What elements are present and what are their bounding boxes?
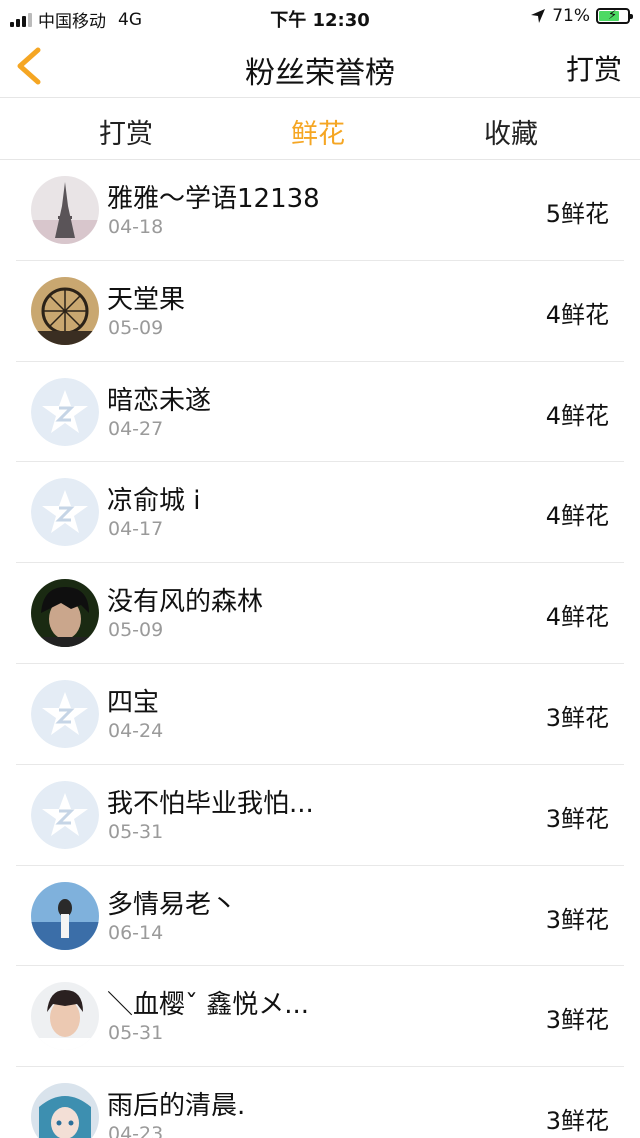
list-item[interactable]: ＼血樱ˇ 鑫悦メ... 05-31 3鲜花 bbox=[16, 966, 624, 1068]
fan-date: 05-31 bbox=[108, 820, 164, 843]
default-avatar-icon bbox=[31, 780, 99, 849]
fan-name: 雨后的清晨. bbox=[107, 1091, 246, 1122]
flower-count: 3鲜花 bbox=[545, 703, 609, 732]
fan-name: ＼血樱ˇ 鑫悦メ... bbox=[107, 990, 310, 1021]
flower-count: 3鲜花 bbox=[545, 804, 609, 833]
fan-name: 天堂果 bbox=[107, 284, 186, 315]
fan-date: 05-09 bbox=[108, 316, 164, 339]
battery-icon: ⚡ bbox=[596, 8, 633, 24]
status-bar: 中国移动 4G 下午 12:30 71% ⚡ bbox=[0, 0, 640, 34]
list-item[interactable]: 四宝 04-24 3鲜花 bbox=[16, 664, 624, 765]
fan-date: 06-14 bbox=[108, 921, 164, 944]
avatar bbox=[31, 276, 99, 345]
list-item[interactable]: 雅雅～学语12138 04-18 5鲜花 bbox=[16, 160, 624, 261]
fan-name: 四宝 bbox=[107, 687, 160, 718]
tab-favorites[interactable]: 收藏 bbox=[484, 112, 538, 151]
flower-count: 3鲜花 bbox=[545, 905, 609, 934]
fan-name: 凉俞城 i bbox=[107, 486, 201, 517]
tab-bar: 打赏 鲜花 收藏 bbox=[0, 99, 640, 160]
fan-date: 05-31 bbox=[108, 1022, 164, 1045]
battery-percent: 71% bbox=[552, 6, 590, 26]
avatar bbox=[31, 679, 99, 748]
flower-count: 3鲜花 bbox=[545, 1107, 609, 1136]
reward-button[interactable]: 打赏 bbox=[566, 48, 622, 88]
avatar bbox=[31, 478, 99, 547]
flower-count: 4鲜花 bbox=[545, 502, 609, 531]
default-avatar-icon bbox=[31, 478, 99, 547]
tab-reward[interactable]: 打赏 bbox=[99, 112, 153, 151]
list-item[interactable]: 雨后的清晨. 04-23 3鲜花 bbox=[16, 1067, 624, 1138]
flower-count: 3鲜花 bbox=[545, 1006, 609, 1035]
list-item[interactable]: 暗恋未遂 04-27 4鲜花 bbox=[16, 362, 624, 463]
list-item[interactable]: 多情易老丶 06-14 3鲜花 bbox=[16, 866, 624, 967]
fan-date: 04-17 bbox=[108, 518, 164, 541]
status-right: 71% ⚡ bbox=[530, 6, 633, 26]
flower-count: 4鲜花 bbox=[545, 603, 609, 632]
fan-name: 雅雅～学语12138 bbox=[107, 184, 320, 214]
avatar bbox=[31, 377, 99, 446]
list-item[interactable]: 凉俞城 i 04-17 4鲜花 bbox=[16, 462, 624, 564]
list-item[interactable]: 天堂果 05-09 4鲜花 bbox=[16, 261, 624, 362]
avatar bbox=[31, 176, 99, 244]
fan-name: 暗恋未遂 bbox=[107, 385, 212, 416]
fan-list: 雅雅～学语12138 04-18 5鲜花 天堂果 05-09 4鲜花 暗恋未遂 … bbox=[0, 160, 640, 1138]
fan-date: 05-09 bbox=[108, 619, 164, 642]
fan-name: 没有风的森林 bbox=[107, 587, 264, 618]
location-arrow-icon bbox=[531, 9, 546, 23]
nav-bar: 粉丝荣誉榜 打赏 bbox=[0, 34, 640, 98]
fan-name: 多情易老丶 bbox=[107, 889, 238, 920]
tab-flowers[interactable]: 鲜花 bbox=[291, 112, 345, 151]
list-item[interactable]: 我不怕毕业我怕... 05-31 3鲜花 bbox=[16, 765, 624, 866]
avatar bbox=[31, 1083, 99, 1138]
fan-name: 我不怕毕业我怕... bbox=[107, 788, 314, 819]
flower-count: 4鲜花 bbox=[545, 401, 609, 430]
fan-date: 04-23 bbox=[108, 1123, 164, 1138]
avatar bbox=[31, 579, 99, 648]
flower-count: 5鲜花 bbox=[545, 200, 609, 228]
fan-date: 04-24 bbox=[108, 719, 164, 742]
avatar bbox=[31, 881, 99, 950]
default-avatar-icon bbox=[31, 377, 99, 446]
fan-date: 04-18 bbox=[108, 216, 164, 238]
page-title: 粉丝荣誉榜 bbox=[245, 56, 395, 91]
list-item[interactable]: 没有风的森林 05-09 4鲜花 bbox=[16, 563, 624, 664]
fan-date: 04-27 bbox=[108, 417, 164, 440]
avatar bbox=[31, 780, 99, 849]
avatar bbox=[31, 982, 99, 1051]
default-avatar-icon bbox=[31, 679, 99, 748]
flower-count: 4鲜花 bbox=[545, 300, 609, 329]
